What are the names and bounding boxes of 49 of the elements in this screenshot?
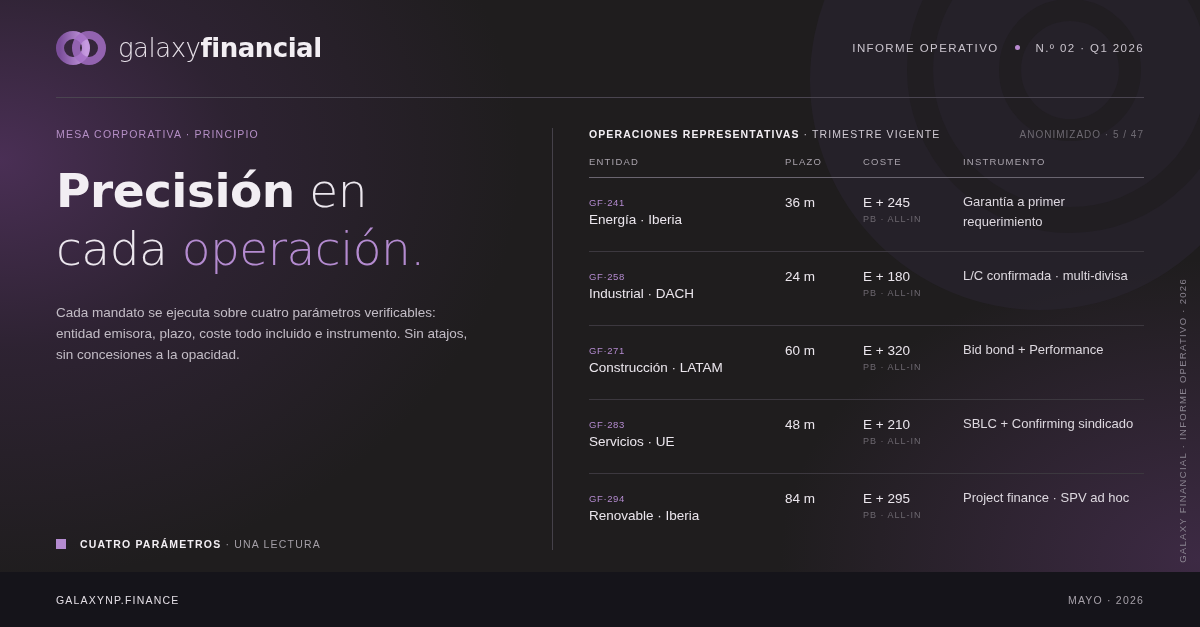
logo-icon [56, 28, 106, 67]
deal-code: GF·241 [589, 197, 626, 208]
issue-label: N.º 02 · Q1 2026 [1035, 41, 1144, 54]
counter: ANONIMIZADO · 5 / 47 [1019, 128, 1144, 140]
report-label: INFORME OPERATIVO [852, 41, 999, 54]
cost: E + 295 [863, 491, 911, 506]
term: 36 m [785, 195, 816, 210]
eyebrow: MESA CORPORATIVA · PRINCIPIO [56, 128, 260, 140]
cost: E + 245 [863, 195, 911, 210]
cost-note: PB · ALL-IN [863, 214, 923, 224]
headline: Precisión en cada operación. [56, 162, 426, 278]
entity: Energía · Iberia [589, 212, 684, 227]
square-icon [56, 539, 66, 549]
instrument: Project finance · SPV ad hoc [963, 489, 1131, 507]
table-title: OPERACIONES REPRESENTATIVAS · TRIMESTRE VIGENTE [589, 128, 941, 140]
column-header: INSTRUMENTO [963, 156, 1047, 167]
entity: Servicios · UE [589, 434, 676, 449]
intro-paragraph: Cada mandato se ejecuta sobre cuatro parámetros verificables: entidad emisora, plazo, coste todo incluido e instrumento. Sin atajos, sin concesiones a la opacidad. [56, 304, 469, 364]
cost: E + 320 [863, 343, 911, 358]
instrument: Garantía a primer requerimiento [963, 193, 1066, 231]
cost-note: PB · ALL-IN [863, 288, 923, 298]
cost: E + 180 [863, 269, 911, 284]
date: MAYO · 2026 [1067, 593, 1144, 606]
cost-note: PB · ALL-IN [863, 436, 923, 446]
deal-code: GF·283 [589, 419, 626, 430]
term: 48 m [785, 417, 816, 432]
term: 84 m [785, 491, 816, 506]
dot-icon [1014, 45, 1020, 50]
column-header: COSTE [863, 156, 903, 167]
column-header: PLAZO [785, 156, 824, 167]
instrument: L/C confirmada · multi-divisa [963, 267, 1129, 285]
instrument: Bid bond + Performance [963, 341, 1105, 359]
entity: Construcción · LATAM [589, 360, 724, 375]
deal-code: GF·294 [589, 493, 626, 504]
deal-code: GF·258 [589, 271, 626, 282]
deal-code: GF·271 [589, 345, 626, 356]
cost: E + 210 [863, 417, 911, 432]
cost-note: PB · ALL-IN [863, 510, 923, 520]
instrument: SBLC + Confirming sindicado [963, 415, 1135, 433]
brand-name: galaxyfinancial [118, 32, 322, 63]
term: 24 m [785, 269, 816, 284]
side-label: GALAXY FINANCIAL · INFORME OPERATIVO · 2026 [1177, 278, 1188, 563]
cost-note: PB · ALL-IN [863, 362, 923, 372]
website: GALAXYNP.FINANCE [56, 593, 180, 606]
entity: Industrial · DACH [589, 286, 696, 301]
note: CUATRO PARÁMETROS · UNA LECTURA [80, 538, 321, 550]
column-header: ENTIDAD [589, 156, 641, 167]
term: 60 m [785, 343, 816, 358]
entity: Renovable · Iberia [589, 508, 701, 523]
